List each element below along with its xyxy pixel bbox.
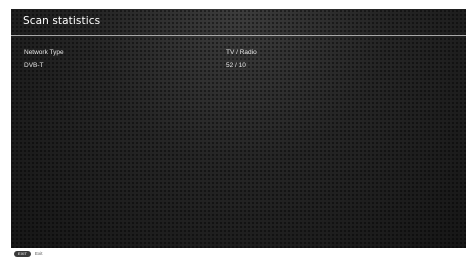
page-title: Scan statistics — [23, 15, 101, 27]
header-divider — [11, 35, 466, 36]
row-value: 52 / 10 — [226, 62, 246, 69]
stats-row-network-type: Network Type TV / Radio — [11, 49, 466, 60]
exit-hint-label: Exit — [35, 251, 43, 256]
row-value: TV / Radio — [226, 49, 257, 56]
background-texture — [11, 9, 466, 248]
menu-header: Scan statistics — [11, 9, 466, 35]
row-label: DVB-T — [24, 62, 44, 69]
footer-hint-bar: EXIT Exit — [0, 248, 470, 258]
tv-menu-screen: Scan statistics Network Type TV / Radio … — [11, 9, 466, 248]
stats-row-dvb-t: DVB-T 52 / 10 — [11, 62, 466, 73]
exit-key-icon[interactable]: EXIT — [14, 251, 31, 257]
row-label: Network Type — [24, 49, 64, 56]
